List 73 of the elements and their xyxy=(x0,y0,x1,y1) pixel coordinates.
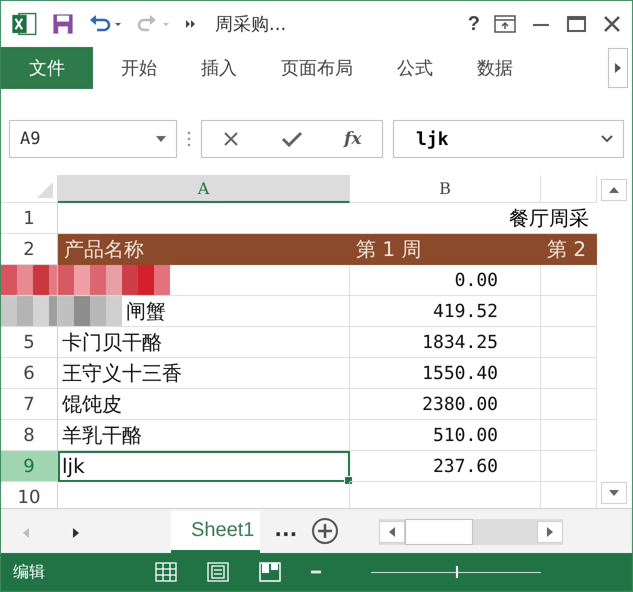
ribbon-tab[interactable]: 页面布局 xyxy=(281,47,353,89)
ribbon-tab[interactable]: 开始 xyxy=(121,47,157,89)
tab-scroll-button[interactable] xyxy=(608,48,628,88)
column-header[interactable]: A xyxy=(58,175,350,203)
zoom-out-icon xyxy=(311,570,321,574)
table-cell[interactable]: 羊乳干酪 xyxy=(58,420,350,451)
table-cell[interactable]: 1550.40 xyxy=(350,358,541,389)
table-cell[interactable]: 卡门贝干酪 xyxy=(58,327,350,358)
table-cell[interactable]: 2380.00 xyxy=(350,389,541,420)
chevron-down-icon xyxy=(601,135,613,143)
triangle-right-icon xyxy=(73,528,79,538)
page-break-icon[interactable] xyxy=(259,562,281,582)
scroll-thumb[interactable] xyxy=(405,519,474,545)
row-header[interactable]: 8 xyxy=(1,420,58,451)
help-button[interactable]: ? xyxy=(468,12,480,36)
ribbon-tab[interactable]: 插入 xyxy=(201,47,237,89)
column-header[interactable]: B xyxy=(350,175,541,203)
grip-icon xyxy=(187,131,191,147)
caret-icon xyxy=(156,136,166,142)
fill-handle[interactable] xyxy=(344,476,353,485)
header-cell: 第 2 xyxy=(541,234,597,265)
triangle-right-icon xyxy=(615,63,621,73)
normal-view-icon[interactable] xyxy=(155,562,177,582)
table-cell[interactable]: ljk xyxy=(58,451,350,482)
table-cell[interactable]: 闸蟹 xyxy=(58,296,350,327)
horizontal-scrollbar[interactable] xyxy=(379,519,564,545)
row-header[interactable]: 6 xyxy=(1,358,58,389)
close-icon[interactable] xyxy=(602,14,622,34)
save-icon[interactable] xyxy=(51,12,75,36)
scroll-right-button[interactable] xyxy=(537,521,564,543)
triangle-left-icon xyxy=(23,528,29,538)
formula-field[interactable]: ljk xyxy=(393,120,624,158)
undo-icon[interactable] xyxy=(89,14,123,34)
row-header[interactable]: 1 xyxy=(1,203,58,234)
triangle-right-icon xyxy=(547,527,554,537)
scroll-left-button[interactable] xyxy=(379,521,406,543)
plus-circle-icon xyxy=(311,517,340,545)
triangle-down-icon xyxy=(609,490,619,496)
header-cell: 第 1 周 xyxy=(350,234,541,265)
scroll-down-button[interactable] xyxy=(601,482,627,504)
window-title: 周采购... xyxy=(215,13,286,36)
row-header[interactable]: 2 xyxy=(1,234,58,265)
row-header[interactable]: 5 xyxy=(1,327,58,358)
file-tab[interactable]: 文件 xyxy=(1,47,93,89)
maximize-icon[interactable] xyxy=(566,15,588,33)
scroll-up-button[interactable] xyxy=(601,179,627,201)
row-header[interactable]: 9 xyxy=(1,451,58,482)
table-cell[interactable]: 王守义十三香 xyxy=(58,358,350,389)
table-cell[interactable]: 419.52 xyxy=(350,296,541,327)
table-cell[interactable]: 510.00 xyxy=(350,420,541,451)
more-commands-icon[interactable] xyxy=(185,18,197,30)
insert-function-button[interactable]: fx xyxy=(344,129,362,149)
table-cell[interactable]: 1834.25 xyxy=(350,327,541,358)
table-cell[interactable]: 0.00 xyxy=(350,265,541,296)
row-header[interactable]: 7 xyxy=(1,389,58,420)
cancel-icon[interactable] xyxy=(222,130,240,148)
spreadsheet-logo-icon xyxy=(11,11,37,37)
ribbon-tab[interactable]: 公式 xyxy=(397,47,433,89)
page-layout-icon[interactable] xyxy=(207,562,229,582)
status-mode: 编辑 xyxy=(13,562,45,582)
table-cell[interactable]: 237.60 xyxy=(350,451,541,482)
header-cell: 产品名称 xyxy=(58,234,350,265)
name-box[interactable]: A9 xyxy=(9,120,177,158)
new-sheet-button[interactable] xyxy=(311,517,340,545)
triangle-left-icon xyxy=(389,527,396,537)
ribbon-tab[interactable]: 数据 xyxy=(477,47,513,89)
ribbon-display-icon[interactable] xyxy=(494,15,516,33)
sheet-tab[interactable]: Sheet1 xyxy=(171,511,260,553)
corner-triangle-icon xyxy=(37,182,53,198)
more-sheets[interactable]: ... xyxy=(274,517,298,541)
table-cell[interactable]: 馄饨皮 xyxy=(58,389,350,420)
check-icon[interactable] xyxy=(281,130,304,148)
triangle-up-icon xyxy=(609,187,619,193)
